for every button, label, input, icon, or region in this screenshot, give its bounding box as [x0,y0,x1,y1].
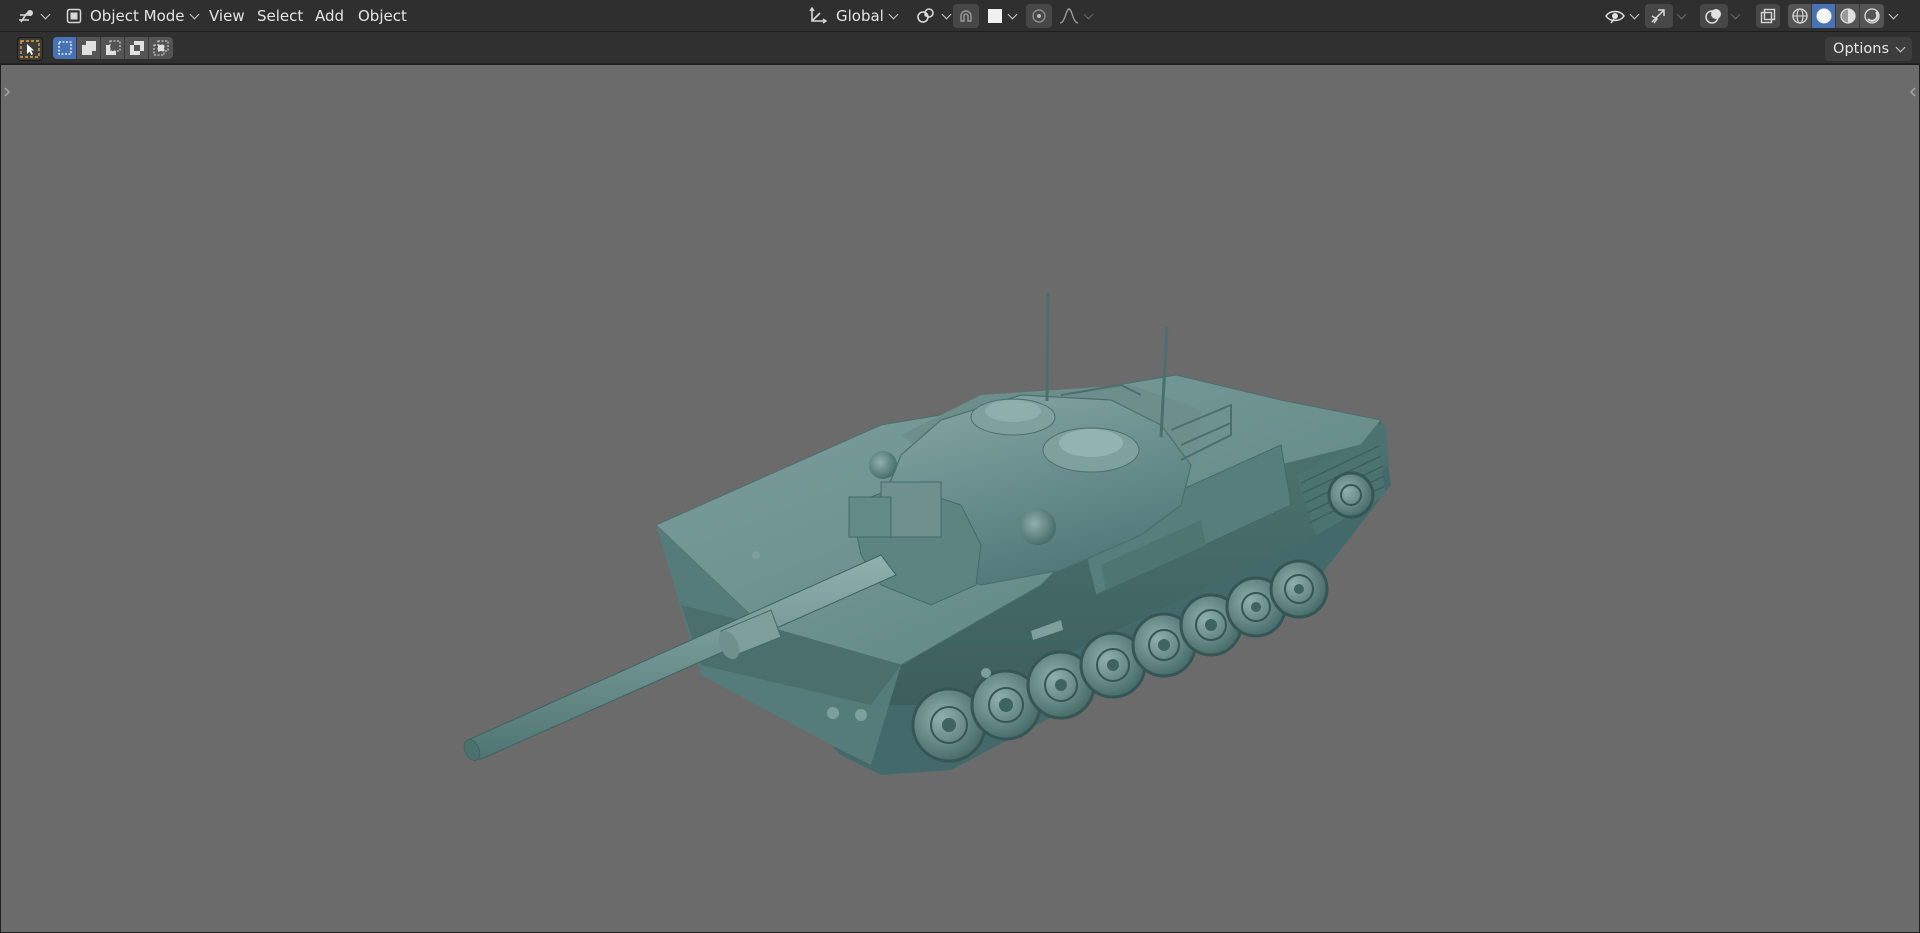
select-extend-button[interactable] [77,37,101,59]
overlays-dropdown[interactable] [1730,4,1744,28]
eye-visibility-icon [1605,7,1625,25]
options-dropdown[interactable]: Options [1825,37,1912,61]
editor-type-dropdown[interactable] [10,4,55,28]
select-new-icon [57,40,73,56]
mode-dropdown[interactable]: Object Mode [60,4,204,28]
tool-settings-bar [0,32,1920,64]
falloff-dropdown[interactable] [1053,4,1098,28]
material-preview-button[interactable] [1836,4,1860,28]
solid-shading-button[interactable] [1812,4,1836,28]
axes-orientation-icon [808,7,828,25]
snap-increment-icon [987,8,1003,24]
select-invert-button[interactable] [125,37,149,59]
menu-object[interactable]: Object [352,4,413,28]
transform-orientation-dropdown[interactable]: Global [802,4,903,28]
wireframe-shading-button[interactable] [1788,4,1812,28]
select-invert-icon [129,40,145,56]
blender-window: Object Mode View Select Add Object Globa… [0,0,1920,933]
xray-toggle-icon [1760,8,1776,24]
gizmo-toggle[interactable] [1645,4,1673,28]
visibility-dropdown[interactable] [1599,4,1644,28]
proportional-edit-toggle[interactable] [1026,4,1052,28]
3d-viewport[interactable] [0,64,1920,933]
selection-mode-group [53,37,173,59]
proportional-edit-icon [1030,7,1048,25]
snap-target-dropdown[interactable] [981,4,1022,28]
pivot-point-icon [915,7,937,25]
rendered-shading-icon [1863,7,1881,25]
rendered-shading-button[interactable] [1860,4,1884,28]
mode-label: Object Mode [90,7,185,25]
solid-shading-icon [1815,7,1833,25]
select-box-tool-icon [20,40,40,58]
tank-model[interactable] [1,65,1919,932]
wireframe-shading-icon [1791,7,1809,25]
menu-select[interactable]: Select [251,4,309,28]
snap-toggle[interactable] [953,4,979,28]
select-subtract-icon [105,40,121,56]
pivot-point-dropdown[interactable] [909,4,956,28]
viewport-gizmo-icon [16,7,36,25]
shading-mode-group [1788,4,1884,28]
xray-toggle[interactable] [1756,4,1780,28]
overlays-toggle[interactable] [1700,4,1728,28]
select-subtract-button[interactable] [101,37,125,59]
transform-orientation-label: Global [836,7,884,25]
magnet-snap-icon [957,7,975,25]
material-preview-icon [1839,7,1857,25]
select-extend-icon [81,40,97,56]
object-mode-icon [66,8,82,24]
select-new-button[interactable] [53,37,77,59]
gizmo-arrow-icon [1649,7,1669,25]
menu-add[interactable]: Add [309,4,350,28]
gizmo-dropdown[interactable] [1676,4,1690,28]
select-intersect-button[interactable] [149,37,173,59]
select-intersect-icon [153,40,169,56]
falloff-curve-icon [1059,7,1079,25]
shading-options-dropdown[interactable] [1888,4,1904,28]
menu-view[interactable]: View [203,4,251,28]
active-tool-button[interactable] [17,37,43,61]
overlays-icon [1704,7,1724,25]
options-label: Options [1833,41,1889,57]
viewport-header: Object Mode View Select Add Object Globa… [0,0,1920,32]
